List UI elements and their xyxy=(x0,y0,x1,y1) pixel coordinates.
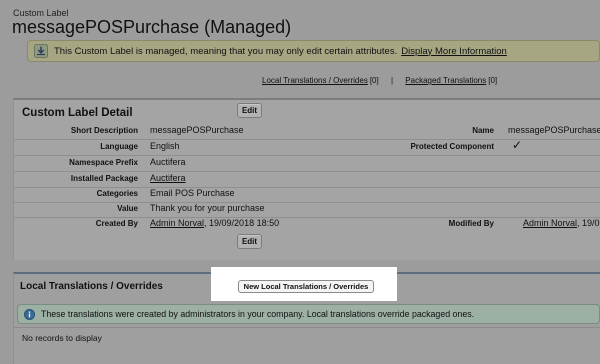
managed-notice-text: This Custom Label is managed, meaning th… xyxy=(54,45,398,57)
detail-row-namespace-prefix: Namespace Prefix Auctifera xyxy=(14,155,600,172)
detail-row-created-by: Created By Admin Norval, 19/09/2018 18:5… xyxy=(14,216,600,232)
field-value: Auctifera xyxy=(150,157,186,167)
translation-links: Local Translations / Overrides [0] | Pack… xyxy=(262,76,497,85)
edit-button-bottom[interactable]: Edit xyxy=(237,234,262,249)
field-label: Categories xyxy=(96,189,138,198)
field-label: Installed Package xyxy=(70,174,138,183)
translations-info-notice: These translations were created by admin… xyxy=(17,304,600,324)
field-value: messagePOSPurchase xyxy=(150,125,244,135)
local-translations-link[interactable]: Local Translations / Overrides xyxy=(262,76,368,85)
field-label-protected: Protected Component xyxy=(410,142,494,151)
detail-section-title: Custom Label Detail xyxy=(22,107,133,119)
field-label-modified: Modified By xyxy=(448,219,494,228)
installed-package-link[interactable]: Auctifera xyxy=(150,173,186,183)
protected-checkmark-icon: ✓ xyxy=(512,138,523,152)
edit-button-top[interactable]: Edit xyxy=(237,103,262,118)
page-title: messagePOSPurchase (Managed) xyxy=(12,17,292,37)
detail-row-language: Language English Protected Component ✓ xyxy=(14,138,600,156)
field-label: Short Description xyxy=(70,126,138,135)
field-label-name: Name xyxy=(472,126,494,135)
packaged-translations-count: [0] xyxy=(488,76,498,85)
field-label: Namespace Prefix xyxy=(69,158,138,167)
field-label: Value xyxy=(117,204,138,213)
packaged-translations-link[interactable]: Packaged Translations xyxy=(405,76,486,85)
divider xyxy=(14,327,600,328)
local-translations-title: Local Translations / Overrides xyxy=(20,281,163,292)
new-local-translations-button[interactable]: New Local Translations / Overrides xyxy=(238,280,374,293)
links-separator: | xyxy=(390,76,394,85)
translations-info-text: These translations were created by admin… xyxy=(41,309,475,319)
field-value-modified: Admin Norval, 19/09/20 xyxy=(523,218,600,228)
modified-by-user-link[interactable]: Admin Norval xyxy=(523,218,577,228)
created-date: , 19/09/2018 18:50 xyxy=(204,218,280,228)
managed-notice: This Custom Label is managed, meaning th… xyxy=(27,40,600,62)
field-value: Admin Norval, 19/09/2018 18:50 xyxy=(150,218,279,228)
created-by-user-link[interactable]: Admin Norval xyxy=(150,218,204,228)
modified-date: , 19/09/20 xyxy=(577,218,600,228)
local-translations-count: [0] xyxy=(369,76,379,85)
no-records-text: No records to display xyxy=(22,333,102,343)
field-value: Email POS Purchase xyxy=(150,188,235,198)
field-value-name: messagePOSPurchase xyxy=(508,125,600,135)
display-more-info-link[interactable]: Display More Information xyxy=(401,46,507,57)
info-icon xyxy=(24,308,35,320)
field-value: Thank you for your purchase xyxy=(150,203,265,213)
field-value: English xyxy=(150,141,180,151)
download-arrow-icon xyxy=(34,44,48,58)
field-label: Created By xyxy=(95,219,138,228)
field-label: Language xyxy=(100,142,138,151)
